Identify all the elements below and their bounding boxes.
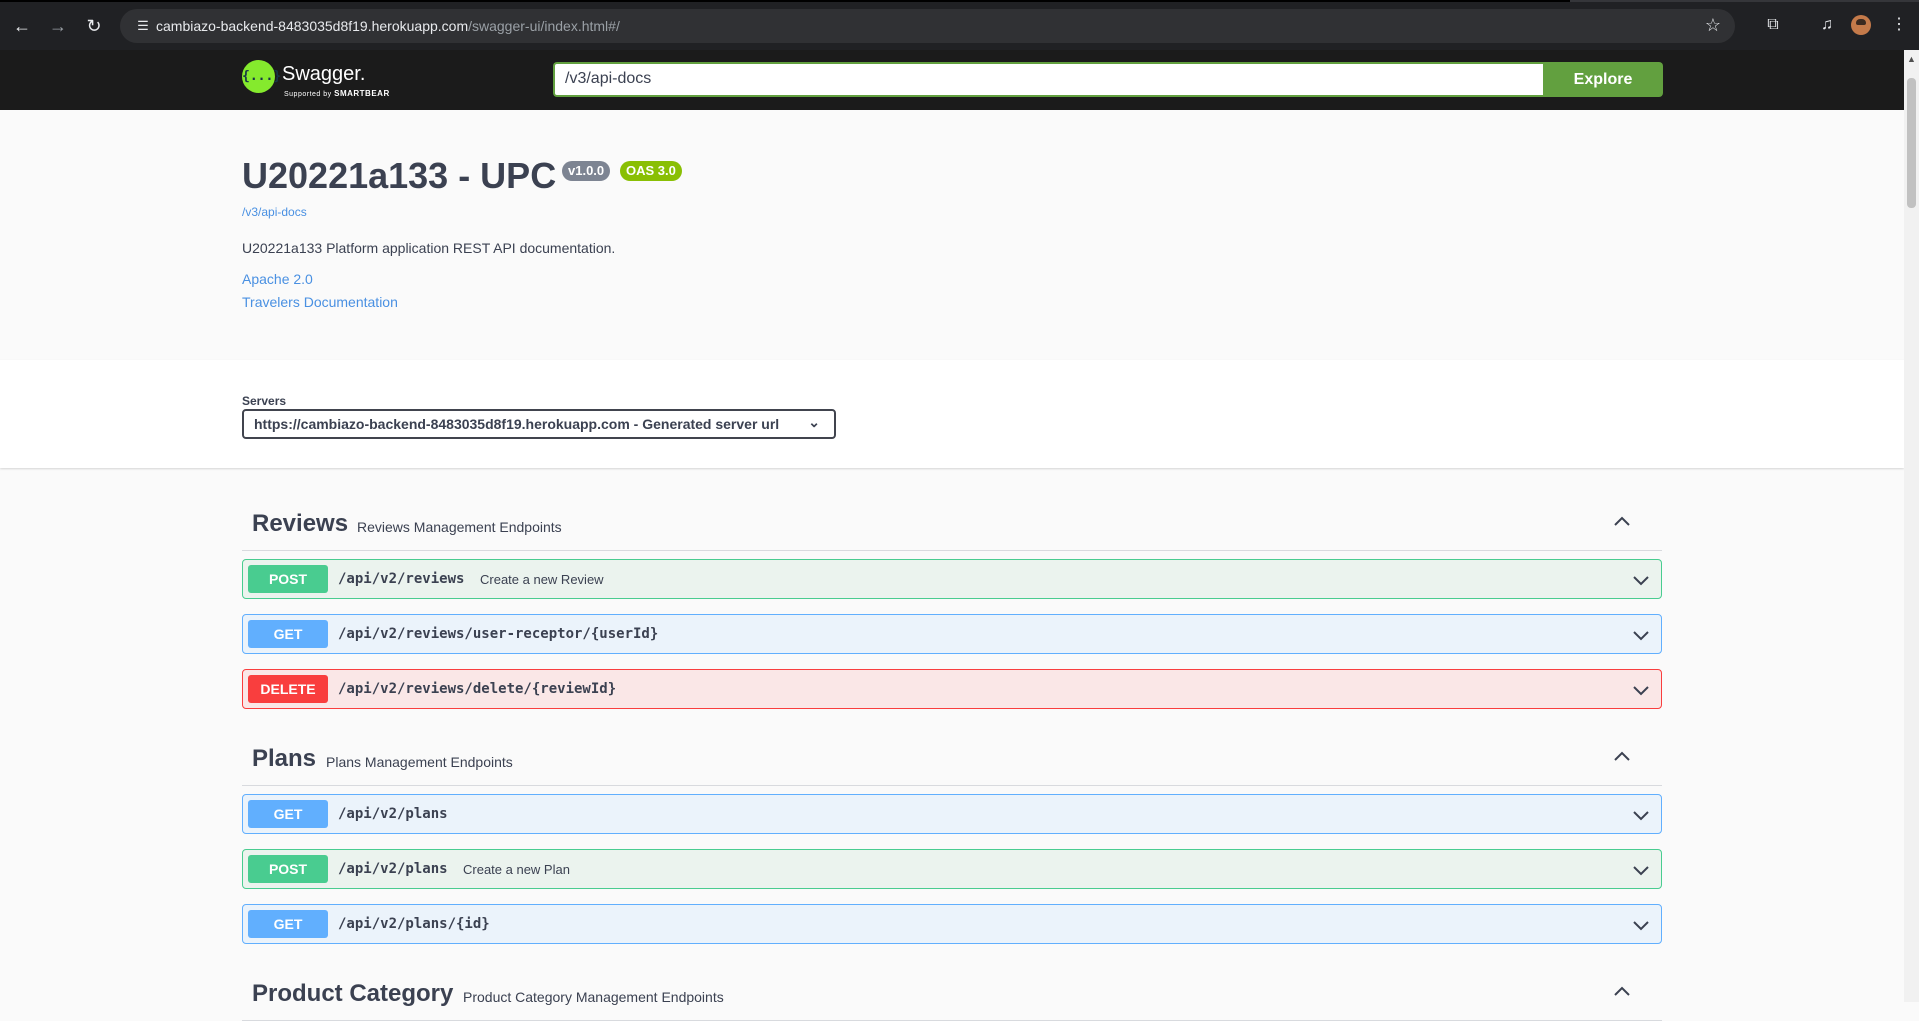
url-path: /swagger-ui/index.html#/ [468,18,620,34]
scroll-up-arrow-icon[interactable]: ▲ [1907,54,1916,64]
browser-menu-icon[interactable]: ⋮ [1888,14,1910,36]
operation-post-reviews[interactable]: POST /api/v2/reviews Create a new Review [242,559,1662,599]
site-info-icon[interactable]: ☰ [134,17,152,35]
chevron-down-icon[interactable] [1631,860,1651,880]
forward-arrow-icon[interactable]: → [46,14,70,38]
chevron-up-icon[interactable] [1612,747,1632,767]
license-link[interactable]: Apache 2.0 [242,271,313,287]
operation-post-plans[interactable]: POST /api/v2/plans Create a new Plan [242,849,1662,889]
method-badge: GET [248,800,328,828]
tag-name: Product Category [252,980,454,1007]
tag-product-category[interactable]: Product Category Product Category Manage… [242,970,1662,1021]
tag-name: Plans [252,745,317,772]
spec-url-input[interactable]: /v3/api-docs [553,62,1543,97]
operation-path: /api/v2/plans [338,806,448,822]
operation-path: /api/v2/plans/{id} [338,916,490,932]
scrollbar-thumb[interactable] [1907,78,1916,208]
tag-plans[interactable]: Plans Plans Management Endpoints [242,735,1662,786]
tag-description: Plans Management Endpoints [326,754,513,770]
operation-delete-review[interactable]: DELETE /api/v2/reviews/delete/{reviewId} [242,669,1662,709]
operation-get-plan-by-id[interactable]: GET /api/v2/plans/{id} [242,904,1662,944]
address-bar[interactable]: ☰ cambiazo-backend-8483035d8f19.herokuap… [120,9,1735,43]
chevron-down-icon: ⌄ [808,414,820,430]
back-arrow-icon[interactable]: ← [10,14,34,38]
profile-avatar[interactable] [1851,15,1871,35]
page-title: U20221a133 - UPC [242,155,557,196]
logo-name: Swagger. [282,63,366,85]
chevron-down-icon[interactable] [1631,915,1651,935]
method-badge: POST [248,565,328,593]
method-badge: GET [248,910,328,938]
external-docs-link[interactable]: Travelers Documentation [242,294,398,310]
swagger-logo[interactable]: {...} Swagger. Supported by SMARTBEAR [242,60,392,100]
chevron-down-icon[interactable] [1631,805,1651,825]
chevron-down-icon[interactable] [1631,570,1651,590]
servers-selected-value: https://cambiazo-backend-8483035d8f19.he… [254,416,780,432]
operation-summary: Create a new Plan [463,862,570,877]
version-badge: v1.0.0 [562,161,611,181]
address-url[interactable]: cambiazo-backend-8483035d8f19.herokuapp.… [156,18,620,34]
url-host: cambiazo-backend-8483035d8f19.herokuapp.… [156,18,469,34]
api-description: U20221a133 Platform application REST API… [242,240,616,256]
method-badge: DELETE [248,675,328,703]
tag-reviews[interactable]: Reviews Reviews Management Endpoints [242,500,1662,551]
chevron-up-icon[interactable] [1612,512,1632,532]
media-control-icon[interactable]: ♫ [1816,14,1838,36]
servers-section: Servers https://cambiazo-backend-8483035… [0,360,1904,468]
logo-sub-brand: SMARTBEAR [334,89,390,98]
operation-get-reviews-user-receptor[interactable]: GET /api/v2/reviews/user-receptor/{userI… [242,614,1662,654]
active-tab-edge [0,0,1570,2]
chevron-up-icon[interactable] [1612,982,1632,1002]
bookmark-star-icon[interactable]: ☆ [1705,15,1721,36]
method-badge: GET [248,620,328,648]
operation-path: /api/v2/plans [338,861,448,877]
tag-description: Product Category Management Endpoints [463,989,724,1005]
operation-path: /api/v2/reviews/delete/{reviewId} [338,681,617,697]
tag-description: Reviews Management Endpoints [357,519,562,535]
logo-sub-prefix: Supported by [284,91,332,98]
swagger-logo-icon: {...} [242,60,281,93]
page-scrollbar[interactable]: ▲ [1904,50,1919,1002]
extensions-icon[interactable]: ⧉ [1762,14,1784,36]
chevron-down-icon[interactable] [1631,625,1651,645]
browser-toolbar: ← → ↻ ☰ cambiazo-backend-8483035d8f19.he… [0,0,1919,50]
servers-select[interactable]: https://cambiazo-backend-8483035d8f19.he… [242,409,836,439]
explore-button[interactable]: Explore [1543,62,1663,97]
operation-summary: Create a new Review [480,572,604,587]
tag-name: Reviews [252,510,349,537]
servers-label: Servers [242,394,287,408]
operation-path: /api/v2/reviews [338,571,465,587]
reload-icon[interactable]: ↻ [82,14,106,38]
oas-badge: OAS 3.0 [620,161,682,181]
operation-path: /api/v2/reviews/user-receptor/{userId} [338,626,659,642]
method-badge: POST [248,855,328,883]
spec-link[interactable]: /v3/api-docs [242,205,307,219]
operation-get-plans[interactable]: GET /api/v2/plans [242,794,1662,834]
chevron-down-icon[interactable] [1631,680,1651,700]
logo-subtitle: Supported by SMARTBEAR [284,89,390,98]
